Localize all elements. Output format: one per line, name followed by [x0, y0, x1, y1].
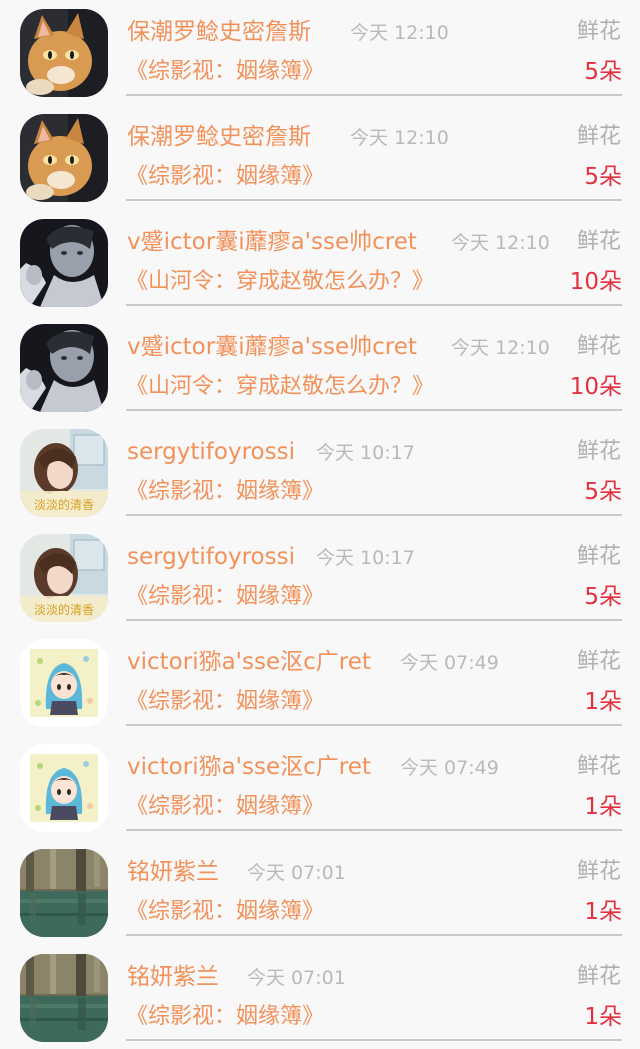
gift-type: 鲜花 — [576, 19, 621, 44]
cartoon-avatar-art — [20, 744, 108, 832]
cat-avatar[interactable] — [20, 114, 108, 202]
cartoon-avatar[interactable] — [20, 639, 108, 727]
portrait-bw-avatar[interactable] — [20, 219, 108, 307]
row-divider — [126, 199, 622, 201]
gift-record-row[interactable]: victori猕a'sse沤c广ret 今天 07:49 鲜花 《综影视：姻缘簿… — [0, 735, 640, 840]
gift-type: 鲜花 — [576, 964, 621, 989]
row-divider — [126, 1039, 622, 1041]
gift-type: 鲜花 — [576, 334, 621, 359]
timestamp: 今天 07:49 — [400, 652, 499, 674]
book-title[interactable]: 《综影视：姻缘簿》 — [126, 896, 324, 928]
timestamp: 今天 07:01 — [247, 967, 346, 989]
cartoon-avatar[interactable] — [20, 744, 108, 832]
lake-avatar-art — [20, 849, 108, 937]
gift-record-row[interactable]: 保潮罗鲶史密詹斯 今天 12:10 鲜花 《综影视：姻缘簿》 5朵 — [0, 0, 640, 105]
gift-type: 鲜花 — [576, 124, 621, 149]
sender-name[interactable]: victori猕a'sse沤c广ret — [127, 751, 371, 783]
lake-avatar[interactable] — [20, 954, 108, 1042]
book-title[interactable]: 《综影视：姻缘簿》 — [126, 581, 324, 613]
timestamp: 今天 07:49 — [400, 757, 499, 779]
gift-type: 鲜花 — [576, 229, 621, 254]
row-divider — [126, 304, 622, 306]
gift-record-list: 保潮罗鲶史密詹斯 今天 12:10 鲜花 《综影视：姻缘簿》 5朵 保潮罗鲶史密… — [0, 0, 640, 1049]
gift-type: 鲜花 — [576, 859, 621, 884]
timestamp: 今天 12:10 — [451, 337, 550, 359]
gift-record-row[interactable]: v蹙ictor囊i蘼瘳a'sse帅cret 今天 12:10 鲜花 《山河令：穿… — [0, 315, 640, 420]
row-divider — [126, 619, 622, 621]
girl-avatar[interactable]: 淡淡的清香 — [20, 534, 108, 622]
avatar-caption: 淡淡的清香 — [34, 497, 94, 512]
cat-avatar[interactable] — [20, 9, 108, 97]
timestamp: 今天 10:17 — [316, 547, 415, 569]
row-divider — [126, 514, 622, 516]
sender-name[interactable]: 保潮罗鲶史密詹斯 — [127, 121, 311, 153]
timestamp: 今天 07:01 — [247, 862, 346, 884]
sender-name[interactable]: v蹙ictor囊i蘼瘳a'sse帅cret — [127, 331, 417, 363]
gift-count: 10朵 — [569, 269, 622, 295]
gift-count: 1朵 — [584, 689, 622, 715]
sender-name[interactable]: v蹙ictor囊i蘼瘳a'sse帅cret — [127, 226, 417, 258]
gift-count: 1朵 — [584, 899, 622, 925]
book-title[interactable]: 《综影视：姻缘簿》 — [126, 161, 324, 193]
avatar-caption: 淡淡的清香 — [34, 602, 94, 617]
timestamp: 今天 12:10 — [350, 22, 449, 44]
portrait-bw-avatar-art — [20, 324, 108, 412]
gift-record-row[interactable]: 保潮罗鲶史密詹斯 今天 12:10 鲜花 《综影视：姻缘簿》 5朵 — [0, 105, 640, 210]
book-title[interactable]: 《山河令：穿成赵敬怎么办？》 — [126, 266, 434, 298]
girl-avatar-art: 淡淡的清香 — [20, 534, 108, 622]
gift-type: 鲜花 — [576, 754, 621, 779]
girl-avatar[interactable]: 淡淡的清香 — [20, 429, 108, 517]
sender-name[interactable]: 保潮罗鲶史密詹斯 — [127, 16, 311, 48]
gift-type: 鲜花 — [576, 544, 621, 569]
sender-name[interactable]: sergytifoyrossi — [127, 436, 295, 468]
gift-count: 5朵 — [584, 479, 622, 505]
sender-name[interactable]: 铭妍紫兰 — [127, 961, 219, 993]
cat-avatar-art — [20, 114, 108, 202]
gift-count: 5朵 — [584, 584, 622, 610]
book-title[interactable]: 《综影视：姻缘簿》 — [126, 56, 324, 88]
gift-count: 10朵 — [569, 374, 622, 400]
lake-avatar[interactable] — [20, 849, 108, 937]
book-title[interactable]: 《山河令：穿成赵敬怎么办？》 — [126, 371, 434, 403]
girl-avatar-art: 淡淡的清香 — [20, 429, 108, 517]
row-divider — [126, 409, 622, 411]
portrait-bw-avatar-art — [20, 219, 108, 307]
gift-record-row[interactable]: 铭妍紫兰 今天 07:01 鲜花 《综影视：姻缘簿》 1朵 — [0, 945, 640, 1049]
row-divider — [126, 934, 622, 936]
portrait-bw-avatar[interactable] — [20, 324, 108, 412]
gift-record-row[interactable]: victori猕a'sse沤c广ret 今天 07:49 鲜花 《综影视：姻缘簿… — [0, 630, 640, 735]
row-divider — [126, 829, 622, 831]
gift-count: 1朵 — [584, 1004, 622, 1030]
book-title[interactable]: 《综影视：姻缘簿》 — [126, 1001, 324, 1033]
timestamp: 今天 12:10 — [350, 127, 449, 149]
gift-count: 1朵 — [584, 794, 622, 820]
book-title[interactable]: 《综影视：姻缘簿》 — [126, 686, 324, 718]
sender-name[interactable]: 铭妍紫兰 — [127, 856, 219, 888]
gift-type: 鲜花 — [576, 649, 621, 674]
lake-avatar-art — [20, 954, 108, 1042]
gift-count: 5朵 — [584, 59, 622, 85]
gift-record-row[interactable]: 淡淡的清香 sergytifoyrossi 今天 10:17 鲜花 《综影视：姻… — [0, 420, 640, 525]
gift-type: 鲜花 — [576, 439, 621, 464]
gift-record-row[interactable]: v蹙ictor囊i蘼瘳a'sse帅cret 今天 12:10 鲜花 《山河令：穿… — [0, 210, 640, 315]
sender-name[interactable]: sergytifoyrossi — [127, 541, 295, 573]
cat-avatar-art — [20, 9, 108, 97]
gift-count: 5朵 — [584, 164, 622, 190]
book-title[interactable]: 《综影视：姻缘簿》 — [126, 476, 324, 508]
sender-name[interactable]: victori猕a'sse沤c广ret — [127, 646, 371, 678]
cartoon-avatar-art — [20, 639, 108, 727]
row-divider — [126, 724, 622, 726]
timestamp: 今天 10:17 — [316, 442, 415, 464]
timestamp: 今天 12:10 — [451, 232, 550, 254]
gift-record-row[interactable]: 淡淡的清香 sergytifoyrossi 今天 10:17 鲜花 《综影视：姻… — [0, 525, 640, 630]
row-divider — [126, 94, 622, 96]
gift-record-row[interactable]: 铭妍紫兰 今天 07:01 鲜花 《综影视：姻缘簿》 1朵 — [0, 840, 640, 945]
book-title[interactable]: 《综影视：姻缘簿》 — [126, 791, 324, 823]
